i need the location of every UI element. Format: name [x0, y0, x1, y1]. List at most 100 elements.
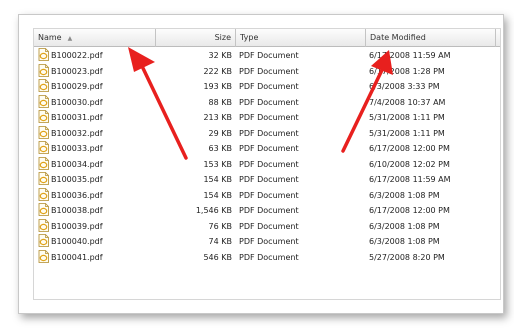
- file-row[interactable]: B100040.pdf 74 KB PDF Document 6/3/2008 1:0…: [34, 234, 500, 249]
- file-name-cell: B100034.pdf: [38, 156, 154, 172]
- file-name: B100033.pdf: [51, 144, 103, 153]
- file-date-modified: 6/17/2008 12:00 PM: [369, 144, 450, 153]
- file-size: 88 KB: [208, 97, 232, 107]
- file-name-cell: B100041.pdf: [38, 249, 154, 265]
- file-size: 154 KB: [203, 190, 232, 200]
- file-list-view[interactable]: Name ▲ Size Type Date Modified B100022.pd…: [33, 28, 501, 300]
- file-size: 74 KB: [208, 237, 232, 246]
- file-name-cell: B100039.pdf: [38, 218, 154, 234]
- file-row[interactable]: B100035.pdf 154 KB PDF Document 6/17/2008 1…: [34, 172, 500, 187]
- column-header-name[interactable]: Name ▲: [34, 29, 156, 47]
- file-name: B100030.pdf: [51, 97, 103, 107]
- column-header-bar: Name ▲ Size Type Date Modified: [34, 29, 500, 47]
- file-date-modified: 6/3/2008 1:08 PM: [369, 237, 440, 246]
- file-name: B100038.pdf: [51, 206, 103, 215]
- file-type: PDF Document: [239, 51, 299, 60]
- file-type: PDF Document: [239, 144, 299, 153]
- file-name-cell: B100035.pdf: [38, 172, 154, 187]
- pdf-file-icon: [38, 125, 49, 139]
- file-size: 193 KB: [203, 82, 232, 91]
- column-header-size[interactable]: Size: [156, 29, 236, 47]
- pdf-file-icon: [38, 187, 49, 201]
- file-name: B100036.pdf: [51, 190, 103, 200]
- file-type: PDF Document: [239, 82, 299, 91]
- file-row[interactable]: B100022.pdf 32 KB PDF Document 6/17/2008 11…: [34, 48, 500, 63]
- file-row[interactable]: B100033.pdf 63 KB PDF Document 6/17/2008 12…: [34, 141, 500, 156]
- file-name-cell: B100023.pdf: [38, 63, 154, 79]
- file-type: PDF Document: [239, 97, 299, 107]
- screenshot-frame: Name ▲ Size Type Date Modified B100022.pd…: [18, 14, 504, 314]
- file-size: 222 KB: [203, 66, 232, 76]
- file-type: PDF Document: [239, 159, 299, 169]
- file-size: 29 KB: [208, 128, 232, 138]
- pdf-file-icon: [38, 141, 49, 154]
- file-size: 1,546 KB: [195, 206, 232, 215]
- pdf-file-icon: [38, 48, 49, 61]
- sort-ascending-icon: ▲: [67, 35, 73, 42]
- file-date-modified: 6/3/2008 1:08 PM: [369, 221, 440, 231]
- file-type: PDF Document: [239, 113, 299, 122]
- pdf-file-icon: [38, 63, 49, 77]
- file-date-modified: 5/27/2008 8:20 PM: [369, 252, 445, 262]
- file-type: PDF Document: [239, 221, 299, 231]
- file-type: PDF Document: [239, 252, 299, 262]
- file-row[interactable]: B100041.pdf 546 KB PDF Document 5/27/2008 8…: [34, 249, 500, 265]
- pdf-file-icon: [38, 249, 49, 263]
- pdf-file-icon: [38, 203, 49, 216]
- file-row[interactable]: B100036.pdf 154 KB PDF Document 6/3/2008 1:…: [34, 187, 500, 203]
- file-type: PDF Document: [239, 128, 299, 138]
- file-date-modified: 6/3/2008 3:33 PM: [369, 82, 440, 91]
- file-date-modified: 6/17/2008 12:00 PM: [369, 206, 450, 215]
- file-name-cell: B100032.pdf: [38, 125, 154, 141]
- file-row[interactable]: B100023.pdf 222 KB PDF Document 6/17/2008 1…: [34, 63, 500, 79]
- file-date-modified: 5/31/2008 1:11 PM: [369, 128, 445, 138]
- file-date-modified: 6/10/2008 12:02 PM: [369, 159, 450, 169]
- file-size: 546 KB: [203, 252, 232, 262]
- file-row[interactable]: B100030.pdf 88 KB PDF Document 7/4/2008 10:…: [34, 94, 500, 110]
- file-type: PDF Document: [239, 190, 299, 200]
- pdf-file-icon: [38, 172, 49, 185]
- file-name: B100035.pdf: [51, 175, 103, 184]
- file-date-modified: 6/17/2008 1:28 PM: [369, 66, 445, 76]
- file-name-cell: B100040.pdf: [38, 234, 154, 249]
- file-name-cell: B100030.pdf: [38, 94, 154, 110]
- column-header-size-label: Size: [214, 33, 231, 42]
- file-type: PDF Document: [239, 206, 299, 215]
- file-row[interactable]: B100031.pdf 213 KB PDF Document 5/31/2008 1…: [34, 110, 500, 125]
- file-name-cell: B100029.pdf: [38, 79, 154, 94]
- file-name: B100041.pdf: [51, 252, 103, 262]
- pdf-file-icon: [38, 94, 49, 108]
- column-header-date-label: Date Modified: [370, 33, 426, 42]
- file-size: 153 KB: [203, 159, 232, 169]
- pdf-file-icon: [38, 110, 49, 123]
- pdf-file-icon: [38, 79, 49, 92]
- file-type: PDF Document: [239, 237, 299, 246]
- column-header-name-label: Name: [38, 33, 62, 42]
- file-name-cell: B100031.pdf: [38, 110, 154, 125]
- file-date-modified: 5/31/2008 1:11 PM: [369, 113, 445, 122]
- file-date-modified: 6/3/2008 1:08 PM: [369, 190, 440, 200]
- file-row[interactable]: B100039.pdf 76 KB PDF Document 6/3/2008 1:0…: [34, 218, 500, 234]
- file-row[interactable]: B100032.pdf 29 KB PDF Document 5/31/2008 1:…: [34, 125, 500, 141]
- file-date-modified: 6/17/2008 11:59 AM: [369, 51, 451, 60]
- pdf-file-icon: [38, 218, 49, 232]
- file-row[interactable]: B100038.pdf 1,546 KB PDF Document 6/17/2008…: [34, 203, 500, 218]
- column-header-date-modified[interactable]: Date Modified: [366, 29, 496, 47]
- column-header-type-label: Type: [240, 33, 259, 42]
- file-size: 32 KB: [208, 51, 232, 60]
- file-name: B100023.pdf: [51, 66, 103, 76]
- file-size: 213 KB: [203, 113, 232, 122]
- file-name: B100040.pdf: [51, 237, 103, 246]
- file-name-cell: B100022.pdf: [38, 48, 154, 63]
- file-date-modified: 6/17/2008 11:59 AM: [369, 175, 451, 184]
- file-name-cell: B100038.pdf: [38, 203, 154, 218]
- file-date-modified: 7/4/2008 10:37 AM: [369, 97, 446, 107]
- file-size: 154 KB: [203, 175, 232, 184]
- file-row[interactable]: B100034.pdf 153 KB PDF Document 6/10/2008 1…: [34, 156, 500, 172]
- file-name: B100029.pdf: [51, 82, 103, 91]
- file-type: PDF Document: [239, 66, 299, 76]
- file-name-cell: B100033.pdf: [38, 141, 154, 156]
- file-type: PDF Document: [239, 175, 299, 184]
- file-row[interactable]: B100029.pdf 193 KB PDF Document 6/3/2008 3:…: [34, 79, 500, 94]
- column-header-type[interactable]: Type: [236, 29, 366, 47]
